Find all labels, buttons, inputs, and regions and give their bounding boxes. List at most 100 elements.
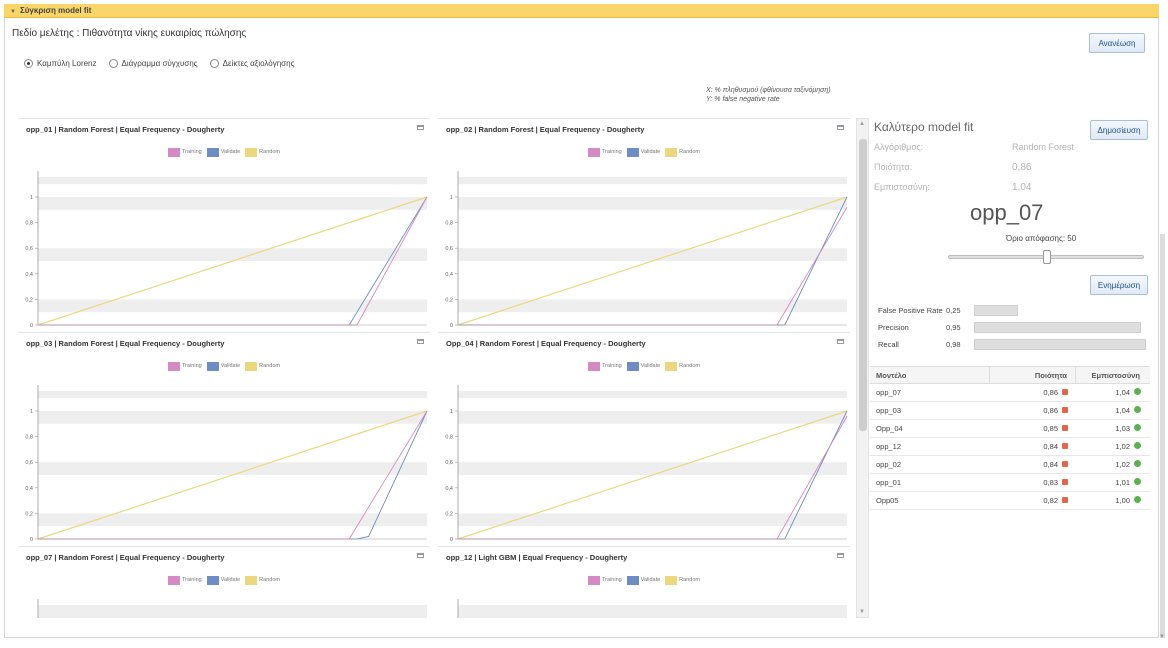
cell-reliability: 1,02 xyxy=(1115,460,1130,469)
radio-dot-icon[interactable] xyxy=(24,59,33,68)
chart-title: opp_03 | Random Forest | Equal Frequency… xyxy=(18,333,430,349)
table-row[interactable]: opp_07 0,86 1,04 xyxy=(870,384,1150,402)
chart-plot-area xyxy=(37,599,427,618)
metric-value: 0,25 xyxy=(946,306,961,315)
chart-legend: Training Validate Random xyxy=(18,575,430,585)
reliability-status-icon xyxy=(1134,406,1141,413)
legend-item: Training xyxy=(168,361,202,371)
minimize-icon[interactable] xyxy=(837,553,844,558)
collapse-arrow-icon[interactable]: ▼ xyxy=(10,9,16,15)
grid-band xyxy=(458,177,847,185)
cell-quality: 0,86 xyxy=(1043,388,1058,397)
charts-grid[interactable]: opp_01 | Random Forest | Equal Frequency… xyxy=(18,118,854,618)
legend-swatch xyxy=(206,361,219,371)
update-button[interactable]: Ενημέρωση xyxy=(1090,275,1148,295)
reliability-status-icon xyxy=(1134,442,1141,449)
best-fit-panel: Καλύτερο model fit Δημοσίευση Αλγόριθμος… xyxy=(870,116,1152,618)
legend-item: Random xyxy=(245,575,280,585)
metric-row: Precision 0,95 xyxy=(878,322,1141,333)
minimize-icon[interactable] xyxy=(837,125,844,130)
y-tick-label: 0,8 xyxy=(25,221,33,227)
scroll-down-icon[interactable]: ▼ xyxy=(859,609,865,615)
radio-dot-icon[interactable] xyxy=(108,59,118,68)
minimize-icon[interactable] xyxy=(417,553,424,558)
cell-model: opp_02 xyxy=(876,460,902,469)
legend-swatch xyxy=(588,575,601,585)
table-row[interactable]: Opp05 0,82 1,00 xyxy=(870,492,1150,510)
legend-item: Training xyxy=(168,575,202,585)
chart-title-text: Opp_04 | Random Forest | Equal Frequency… xyxy=(446,339,646,348)
threshold-slider[interactable] xyxy=(948,250,1144,264)
y-tick-label: 0,4 xyxy=(25,272,33,278)
header-quality[interactable]: Ποιότητα xyxy=(990,367,1076,383)
legend-item: Random xyxy=(245,361,280,371)
quality-status-icon xyxy=(1062,389,1068,395)
quality-status-icon xyxy=(1062,497,1068,503)
chart-legend: Training Validate Random xyxy=(18,147,430,157)
chart-title-text: opp_12 | Light GBM | Equal Frequency - D… xyxy=(446,553,628,562)
header-model[interactable]: Μοντέλο xyxy=(870,367,990,383)
charts-scrollbar[interactable]: ▲ ▼ xyxy=(856,118,869,618)
option-evaluation-metrics[interactable]: Δείκτες αξιολόγησης xyxy=(209,59,295,68)
legend-label: Random xyxy=(259,363,280,369)
table-row[interactable]: opp_01 0,83 1,01 xyxy=(870,474,1150,492)
table-row[interactable]: opp_02 0,84 1,02 xyxy=(870,456,1150,474)
table-row[interactable]: opp_03 0,86 1,04 xyxy=(870,402,1150,420)
table-row[interactable]: Opp_04 0,85 1,03 xyxy=(870,420,1150,438)
axis-legend: X: % πληθυσμού (φθίνουσα ταξινόμηση) Y: … xyxy=(706,86,831,104)
metric-bar xyxy=(974,339,1146,350)
cell-reliability: 1,04 xyxy=(1115,388,1130,397)
legend-label: Validate xyxy=(640,577,661,583)
chart-title: opp_12 | Light GBM | Equal Frequency - D… xyxy=(438,547,850,563)
publish-button[interactable]: Δημοσίευση xyxy=(1090,120,1148,140)
y-tick-label: 0,6 xyxy=(25,460,33,466)
chart-plot-area: 0 0,2 0,4 0,6 0,8 1 xyxy=(25,171,428,329)
option-confusion-matrix[interactable]: Διάγραμμα σύγχυσης xyxy=(108,59,198,68)
legend-label: Validate xyxy=(640,363,661,369)
cell-quality: 0,83 xyxy=(1043,478,1058,487)
grid-band xyxy=(38,177,427,185)
option-lorenz-curve[interactable]: Καμπύλη Lorenz xyxy=(24,59,97,68)
header-reliability[interactable]: Εμπιστοσύνη xyxy=(1076,367,1148,383)
legend-item: Training xyxy=(588,575,622,585)
legend-swatch xyxy=(245,575,258,585)
cell-quality: 0,86 xyxy=(1043,406,1058,415)
scroll-up-icon[interactable]: ▲ xyxy=(859,121,865,127)
y-tick-label: 1 xyxy=(30,409,33,415)
y-tick-label: 0,8 xyxy=(445,221,453,227)
table-row[interactable]: opp_12 0,84 1,02 xyxy=(870,438,1150,456)
legend-item: Random xyxy=(665,575,700,585)
algorithm-value: Random Forest xyxy=(1012,142,1075,152)
radio-dot-icon[interactable] xyxy=(209,59,219,68)
legend-swatch xyxy=(665,575,678,585)
window-scrollbar[interactable] xyxy=(1160,234,1165,638)
lorenz-chart: Opp_04 | Random Forest | Equal Frequency… xyxy=(438,332,850,544)
slider-thumb[interactable] xyxy=(1043,250,1051,264)
legend-item: Random xyxy=(245,147,280,157)
cell-model: opp_12 xyxy=(876,442,902,451)
minimize-icon[interactable] xyxy=(417,125,424,130)
legend-item: Validate xyxy=(206,147,240,157)
y-tick-label: 0,4 xyxy=(445,272,453,278)
legend-item: Validate xyxy=(626,147,660,157)
cell-quality: 0,85 xyxy=(1043,424,1058,433)
minimize-icon[interactable] xyxy=(837,339,844,344)
y-tick-label: 1 xyxy=(30,195,33,201)
reliability-status-icon xyxy=(1134,424,1141,431)
quality-label: Ποιότητα: xyxy=(874,162,913,172)
chart-plot-area xyxy=(457,599,847,618)
grid-band xyxy=(458,605,847,618)
grid-band xyxy=(38,197,427,210)
y-tick-label: 0,6 xyxy=(445,246,453,252)
lorenz-chart: opp_01 | Random Forest | Equal Frequency… xyxy=(18,118,430,330)
legend-item: Validate xyxy=(626,361,661,371)
legend-swatch xyxy=(665,361,678,371)
minimize-icon[interactable] xyxy=(417,339,424,344)
legend-swatch xyxy=(168,361,181,371)
option-label: Δείκτες αξιολόγησης xyxy=(222,59,295,68)
legend-label: Validate xyxy=(220,363,241,369)
scroll-down-icon[interactable]: ▼ xyxy=(1159,634,1165,640)
scrollbar-thumb[interactable] xyxy=(859,139,867,431)
refresh-button[interactable]: Ανανέωση xyxy=(1089,33,1145,53)
window-titlebar[interactable]: ▼ Σύγκριση model fit xyxy=(4,4,1159,18)
